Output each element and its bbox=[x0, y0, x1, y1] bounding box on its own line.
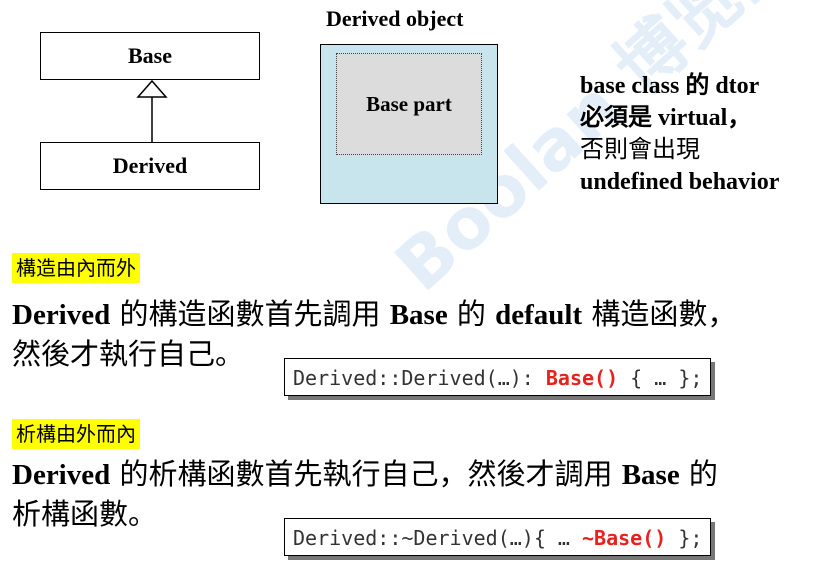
constructor-code: Derived::Derived(…): Base() { … }; bbox=[284, 358, 712, 396]
construction-line-1: Derived 的構造函數首先調用 Base 的 default 構造函數， bbox=[12, 297, 737, 331]
note-line-3: 否則會出現 bbox=[580, 137, 700, 163]
base-part-block: Base part bbox=[336, 53, 482, 155]
dtor-note: base class 的 dtor 必須是 virtual， 否則會出現 und… bbox=[580, 70, 779, 198]
base-class-box: Base bbox=[40, 32, 260, 80]
destruction-line-1: Derived 的析構函數首先執行自己，然後才調用 Base 的 bbox=[12, 457, 718, 491]
base-part-label: Base part bbox=[366, 91, 452, 116]
derived-object-title: Derived object bbox=[326, 6, 464, 31]
destruction-tag: 析構由外而內 bbox=[12, 419, 140, 449]
derived-object-block: Base part bbox=[320, 44, 498, 204]
construction-line-2: 然後才執行自己。 bbox=[12, 337, 245, 371]
construction-tag: 構造由內而外 bbox=[12, 253, 140, 283]
destruction-line-2: 析構函數。 bbox=[12, 497, 158, 531]
note-line-4: undefined behavior bbox=[580, 169, 780, 195]
destructor-code: Derived::~Derived(…){ … ~Base() }; bbox=[284, 518, 712, 556]
base-class-label: Base bbox=[128, 43, 172, 68]
derived-class-label: Derived bbox=[112, 153, 188, 178]
derived-class-box: Derived bbox=[40, 142, 260, 190]
note-line-2: 必須是 virtual， bbox=[580, 105, 752, 131]
note-line-1: base class 的 dtor bbox=[580, 73, 760, 99]
inheritance-arrow bbox=[136, 80, 168, 142]
